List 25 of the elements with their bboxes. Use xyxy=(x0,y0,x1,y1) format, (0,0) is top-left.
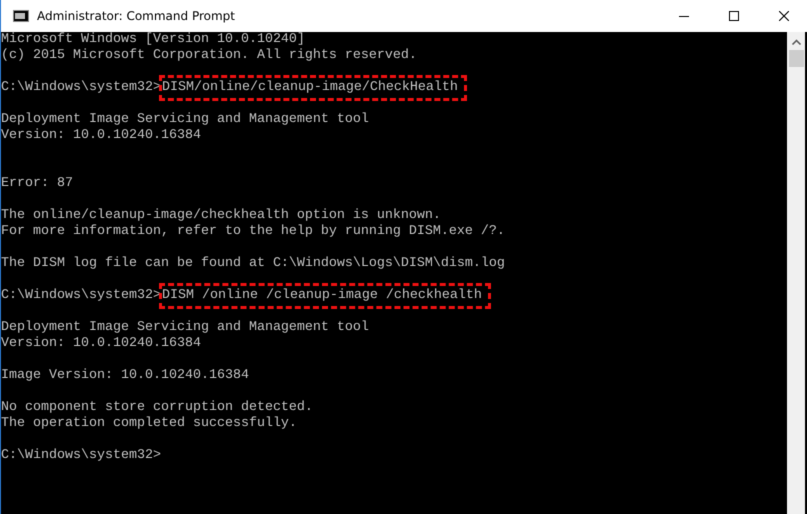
console-text: No component store corruption detected. xyxy=(1,400,313,415)
console-text: For more information, refer to the help by running DISM.exe /?. xyxy=(1,224,505,239)
console-icon xyxy=(13,10,29,22)
command-text: DISM /online /cleanup-image /checkhealth xyxy=(158,283,491,309)
command-text: DISM/online/cleanup-image/CheckHealth xyxy=(158,75,467,101)
command-prompt: C:\Windows\system32> xyxy=(1,448,161,463)
console-text: Version: 10.0.10240.16384 xyxy=(1,128,201,143)
console-text: The online/cleanup-image/checkhealth option is unknown. xyxy=(1,208,441,223)
console-text: The operation completed successfully. xyxy=(1,416,297,431)
scrollbar[interactable] xyxy=(787,32,805,514)
scroll-up-icon[interactable] xyxy=(792,39,800,45)
close-icon[interactable] xyxy=(779,11,789,21)
window-title: Administrator: Command Prompt xyxy=(37,9,235,23)
scroll-thumb[interactable] xyxy=(788,50,804,67)
maximize-icon[interactable] xyxy=(729,11,739,21)
console-text: Microsoft Windows [Version 10.0.10240] xyxy=(1,32,305,47)
console-text: Error: 87 xyxy=(1,176,73,191)
command-prompt: C:\Windows\system32> xyxy=(1,80,161,95)
console-text: Deployment Image Servicing and Management tool xyxy=(1,112,369,127)
command-prompt: C:\Windows\system32> xyxy=(1,288,161,303)
console-text: Image Version: 10.0.10240.16384 xyxy=(1,368,249,383)
console-text: Version: 10.0.10240.16384 xyxy=(1,336,201,351)
console-text: The DISM log file can be found at C:\Windows\Logs\DISM\dism.log xyxy=(1,256,505,271)
console-text: Deployment Image Servicing and Management tool xyxy=(1,320,369,335)
console-text: (c) 2015 Microsoft Corporation. All rights reserved. xyxy=(1,48,417,63)
